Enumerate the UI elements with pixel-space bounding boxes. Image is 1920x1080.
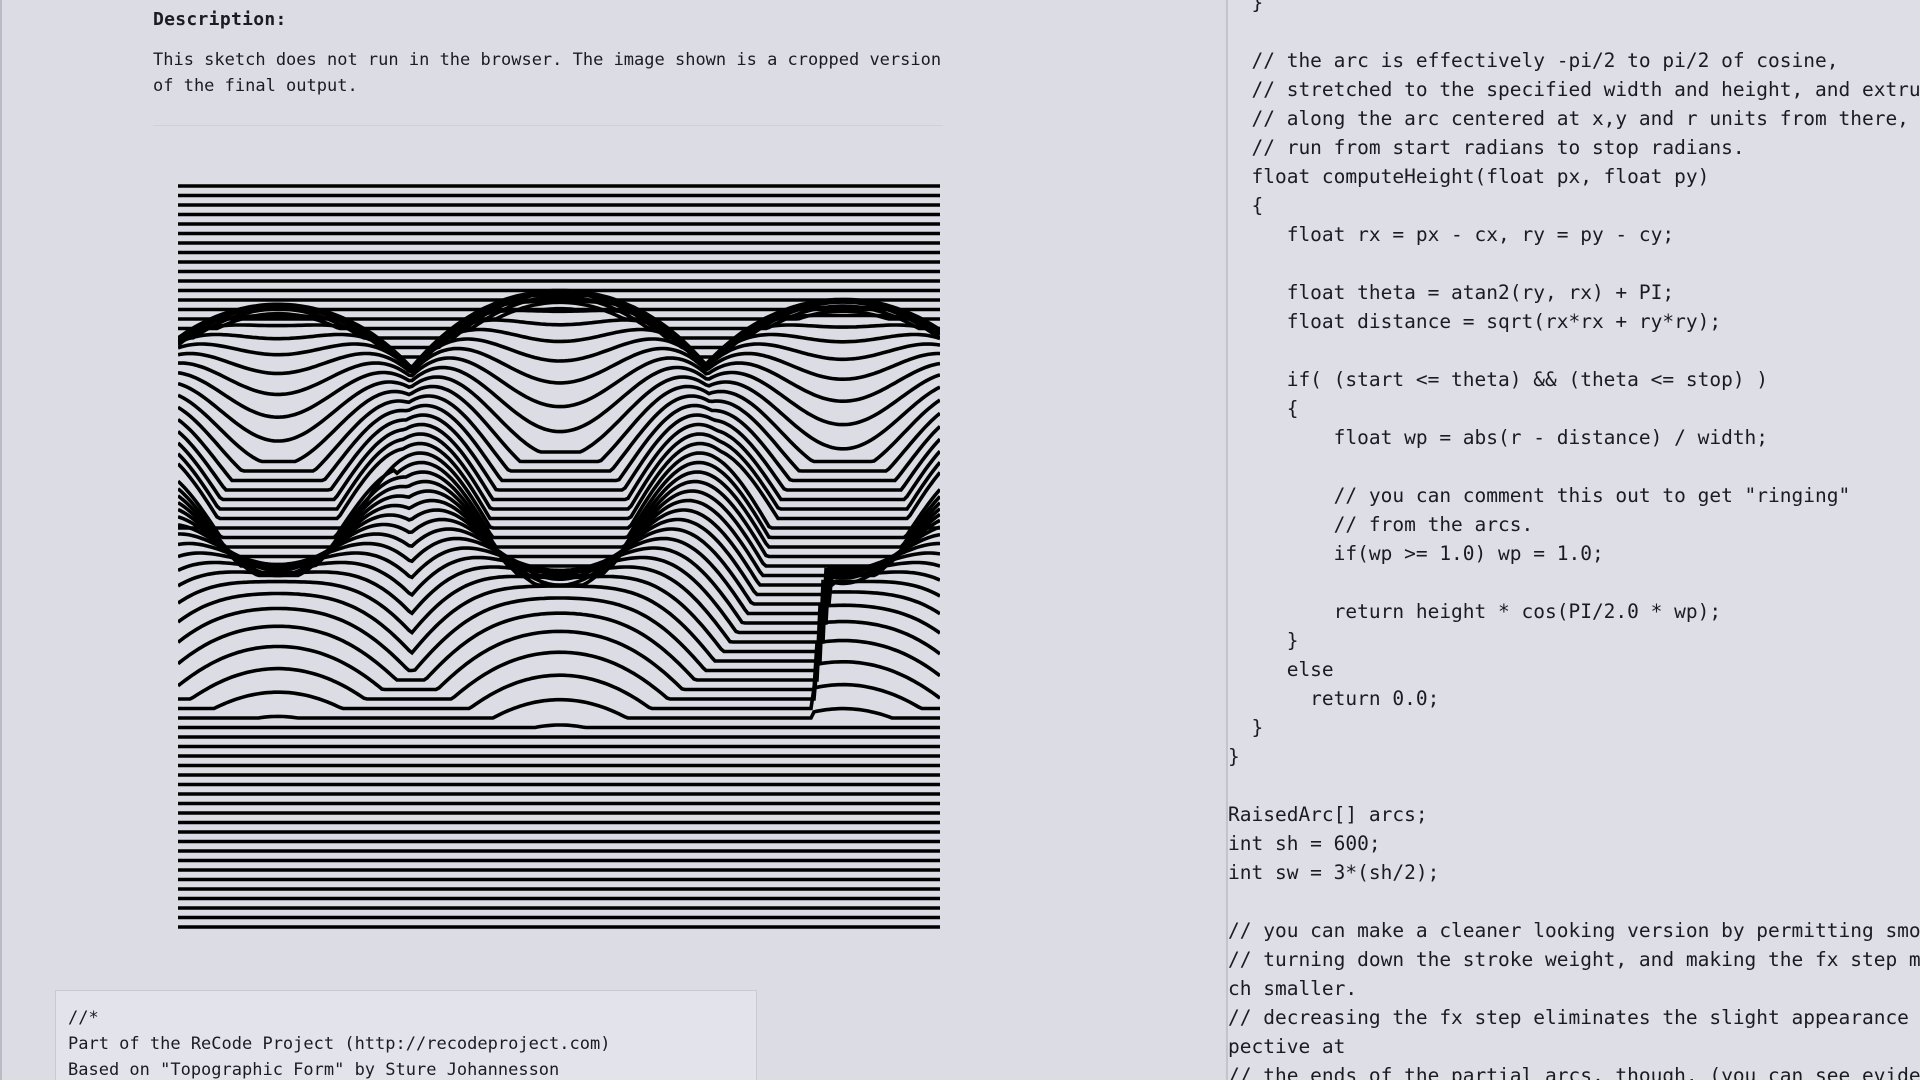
code-line: // the ends of the partial arcs, though.… bbox=[1228, 1064, 1920, 1080]
source-comment-box: //* Part of the ReCode Project (http://r… bbox=[55, 990, 757, 1080]
code-line: pective at bbox=[1228, 1035, 1346, 1058]
code-line: return height * cos(PI/2.0 * wp); bbox=[1228, 600, 1722, 623]
code-line: { bbox=[1228, 194, 1264, 217]
code-line: // decreasing the fx step eliminates the… bbox=[1228, 1006, 1909, 1029]
code-line: } bbox=[1228, 745, 1240, 768]
code-line: RaisedArc[] arcs; bbox=[1228, 803, 1428, 826]
code-line: { bbox=[1228, 397, 1299, 420]
code-line: float rx = px - cx, ry = py - cy; bbox=[1228, 223, 1675, 246]
source-code-block[interactable]: } // the arc is effectively -pi/2 to pi/… bbox=[1228, 0, 1920, 1080]
description-divider bbox=[153, 125, 943, 126]
description-text: This sketch does not run in the browser.… bbox=[153, 47, 953, 99]
sketch-page-pane: Description: This sketch does not run in… bbox=[0, 0, 1225, 1080]
comment-line: Part of the ReCode Project (http://recod… bbox=[68, 1034, 611, 1054]
code-line: } bbox=[1228, 629, 1299, 652]
code-line: // turning down the stroke weight, and m… bbox=[1228, 948, 1920, 971]
code-line: float theta = atan2(ry, rx) + PI; bbox=[1228, 281, 1675, 304]
sketch-canvas bbox=[178, 182, 940, 934]
code-line: // along the arc centered at x,y and r u… bbox=[1228, 107, 1909, 130]
code-line: float computeHeight(float px, float py) bbox=[1228, 165, 1710, 188]
code-line: // the arc is effectively -pi/2 to pi/2 … bbox=[1228, 49, 1839, 72]
code-line: // from the arcs. bbox=[1228, 513, 1534, 536]
code-line: int sh = 600; bbox=[1228, 832, 1381, 855]
code-line: // you can comment this out to get "ring… bbox=[1228, 484, 1851, 507]
code-line: return 0.0; bbox=[1228, 687, 1440, 710]
description-heading: Description: bbox=[153, 9, 287, 30]
code-line: if(wp >= 1.0) wp = 1.0; bbox=[1228, 542, 1604, 565]
comment-line: //* bbox=[68, 1008, 99, 1028]
description-line: This sketch does not run in the browser.… bbox=[153, 50, 942, 70]
code-line: ch smaller. bbox=[1228, 977, 1358, 1000]
comment-line: Based on "Topographic Form" by Sture Joh… bbox=[68, 1060, 560, 1080]
code-line: float wp = abs(r - distance) / width; bbox=[1228, 426, 1769, 449]
description-line: of the final output. bbox=[153, 76, 358, 96]
topographic-form-sketch-image bbox=[178, 182, 940, 934]
code-line: int sw = 3*(sh/2); bbox=[1228, 861, 1440, 884]
code-line: // stretched to the specified width and … bbox=[1228, 78, 1920, 101]
code-line: // run from start radians to stop radian… bbox=[1228, 136, 1745, 159]
code-line: } bbox=[1228, 716, 1264, 739]
code-line: // you can make a cleaner looking versio… bbox=[1228, 919, 1920, 942]
code-pane[interactable]: } // the arc is effectively -pi/2 to pi/… bbox=[1228, 0, 1920, 1080]
code-line: if( (start <= theta) && (theta <= stop) … bbox=[1228, 368, 1769, 391]
code-line: } bbox=[1228, 0, 1264, 14]
code-line: float distance = sqrt(rx*rx + ry*ry); bbox=[1228, 310, 1722, 333]
code-line: else bbox=[1228, 658, 1334, 681]
